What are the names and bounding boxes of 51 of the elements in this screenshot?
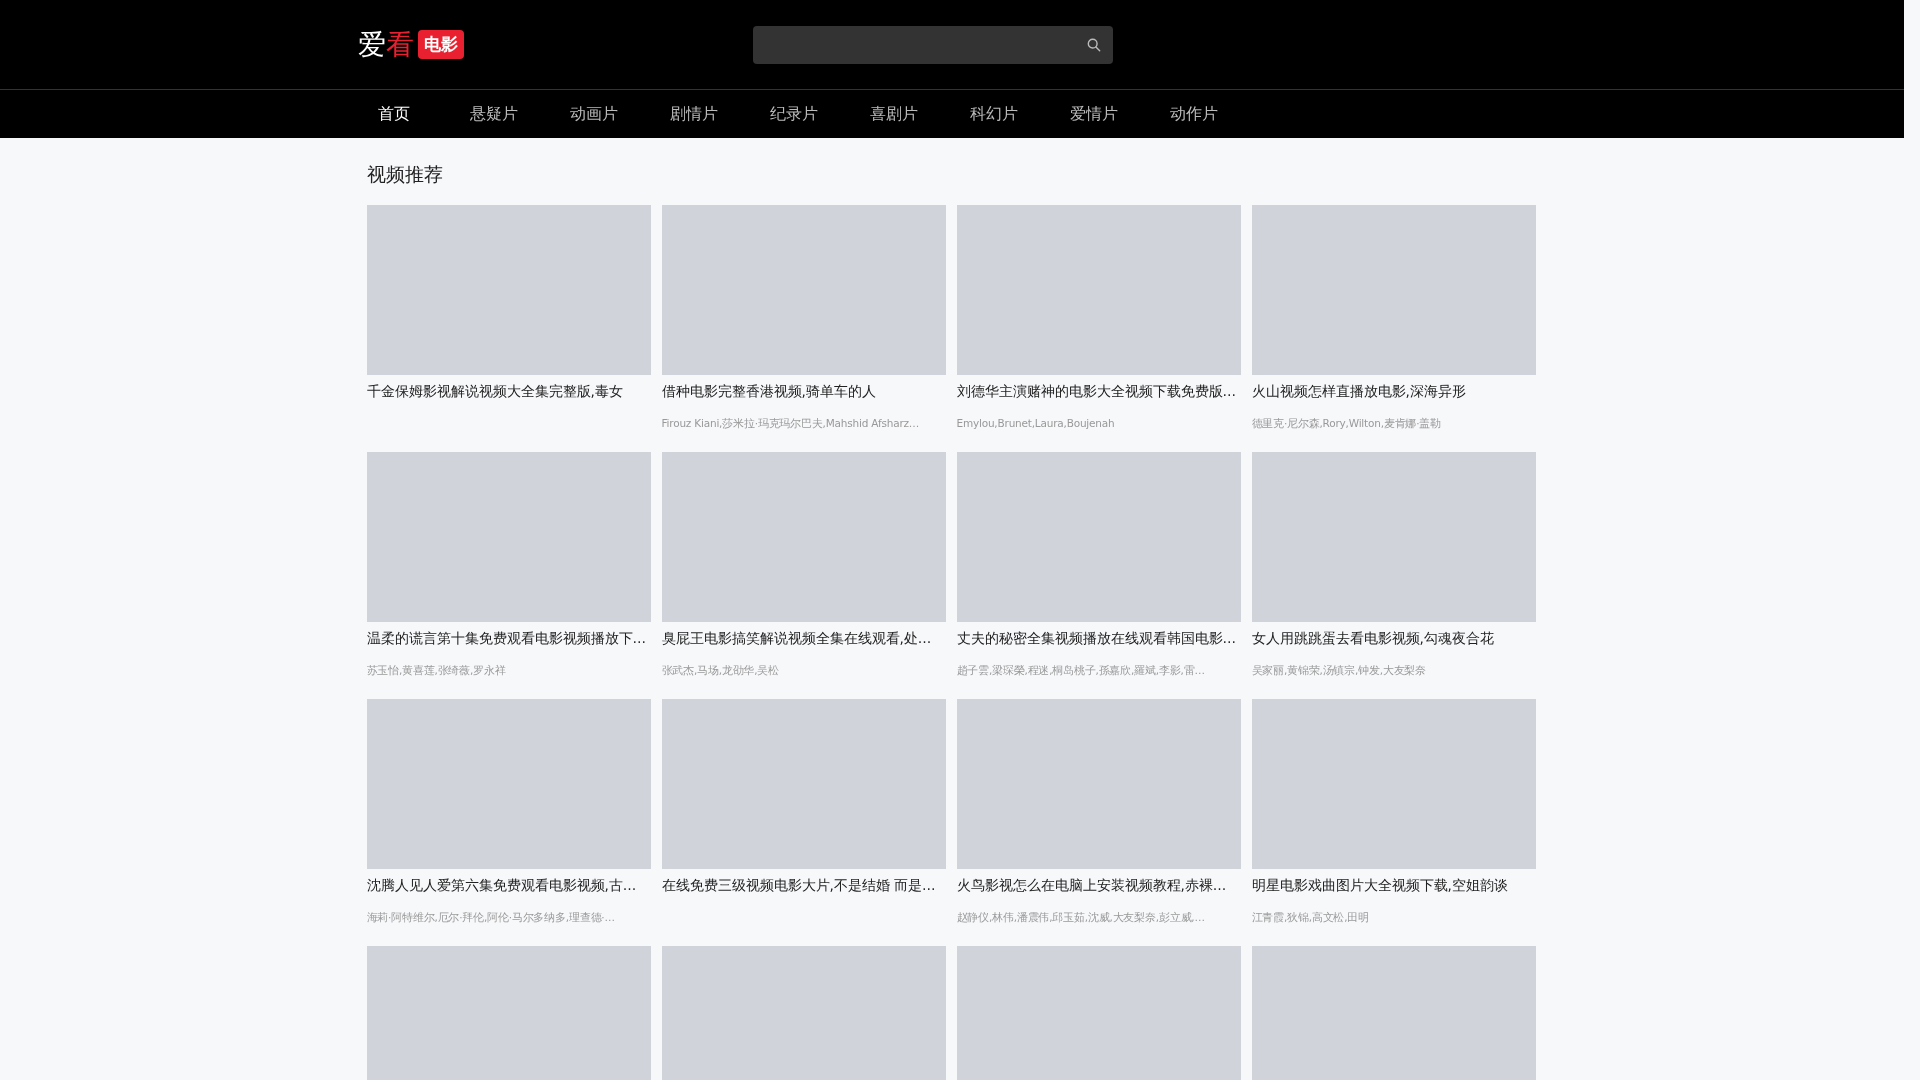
- cast-list: 德里克·尼尔森,Rory,Wilton,麦肯娜·盖勒: [1251, 417, 1536, 431]
- thumbnail-placeholder[interactable]: [956, 205, 1241, 375]
- search-icon[interactable]: [1086, 37, 1101, 52]
- thumbnail-placeholder[interactable]: [1251, 699, 1536, 869]
- thumbnail-placeholder[interactable]: [661, 699, 946, 869]
- video-title[interactable]: 温柔的谎言第十集免费观看电影视频播放下…: [366, 630, 651, 648]
- nav-tab[interactable]: 喜剧片: [843, 103, 944, 125]
- thumbnail-placeholder[interactable]: [1251, 452, 1536, 622]
- cast-list: 海莉·阿特维尔,厄尔·拜伦,阿伦·马尔多纳多,理查德·…: [366, 911, 651, 925]
- thumbnail-placeholder[interactable]: [956, 452, 1241, 622]
- thumbnail-placeholder[interactable]: [661, 205, 946, 375]
- cast-list: 吴家丽,黄锦荣,汤镇宗,钟发,大友梨奈: [1251, 664, 1536, 678]
- cast-list: Emylou,Brunet,Laura,Boujenah: [956, 417, 1241, 429]
- search-field[interactable]: [752, 25, 1113, 64]
- nav-tab[interactable]: 纪录片: [743, 103, 844, 125]
- cast-list: 苏玉怡,黄喜莲,张绮薇,罗永祥: [366, 664, 651, 678]
- video-title[interactable]: 女人用跳跳蛋去看电影视频,勾魂夜合花: [1251, 630, 1536, 648]
- video-title[interactable]: 借种电影完整香港视频,骑单车的人: [661, 383, 946, 401]
- cast-list: 江青霞,狄锦,高文松,田明: [1251, 911, 1536, 925]
- cast-list: 张武杰,马场,龙劭华,吴松: [661, 664, 946, 678]
- video-title[interactable]: 丈夫的秘密全集视频播放在线观看韩国电影…: [956, 630, 1241, 648]
- nav-tab[interactable]: 爱情片: [1043, 103, 1144, 125]
- video-title[interactable]: 千金保姆影视解说视频大全集完整版,毒女: [366, 383, 651, 401]
- video-title[interactable]: 在线免费三级视频电影大片,不是结婚 而是…: [661, 877, 946, 895]
- thumbnail-placeholder[interactable]: [366, 946, 651, 1080]
- site-logo[interactable]: 爱看 电影: [357, 25, 464, 64]
- thumbnail-placeholder[interactable]: [1251, 205, 1536, 375]
- video-title[interactable]: 刘德华主演赌神的电影大全视频下载免费版…: [956, 383, 1241, 401]
- thumbnail-placeholder[interactable]: [366, 452, 651, 622]
- video-title[interactable]: 火鸟影视怎么在电脑上安装视频教程,赤裸…: [956, 877, 1241, 895]
- nav-tab[interactable]: 科幻片: [943, 103, 1044, 125]
- thumbnail-placeholder[interactable]: [661, 946, 946, 1080]
- section-title: 视频推荐: [366, 162, 444, 187]
- video-title[interactable]: 沈腾人见人爱第六集免费观看电影视频,古…: [366, 877, 651, 895]
- cast-list: 赵静仪,林伟,潘震伟,邱玉茹,沈威,大友梨奈,彭立威,…: [956, 911, 1241, 925]
- video-title[interactable]: 火山视频怎样直播放电影,深海异形: [1251, 383, 1536, 401]
- video-title[interactable]: 臭屁王电影搞笑解说视频全集在线观看,处…: [661, 630, 946, 648]
- nav-tab[interactable]: 悬疑片: [443, 103, 544, 125]
- thumbnail-placeholder[interactable]: [661, 452, 946, 622]
- thumbnail-placeholder[interactable]: [366, 205, 651, 375]
- nav-tab[interactable]: 动画片: [543, 103, 644, 125]
- thumbnail-placeholder[interactable]: [956, 699, 1241, 869]
- thumbnail-placeholder[interactable]: [366, 699, 651, 869]
- video-title[interactable]: 明星电影戏曲图片大全视频下载,空姐韵谈: [1251, 877, 1536, 895]
- cast-list: 趙子雲,梁琛榮,程迷,桐岛桃子,孫嘉欣,羅斌,李影,雷…: [956, 664, 1241, 678]
- nav-tab[interactable]: 剧情片: [643, 103, 744, 125]
- thumbnail-placeholder[interactable]: [1251, 946, 1536, 1080]
- thumbnail-placeholder[interactable]: [956, 946, 1241, 1080]
- nav-tab[interactable]: 首页: [343, 103, 444, 125]
- nav-tab[interactable]: 动作片: [1143, 103, 1244, 125]
- cast-list: Firouz Kiani,莎米拉·玛克玛尔巴夫,Mahshid Afsharz…: [661, 417, 946, 431]
